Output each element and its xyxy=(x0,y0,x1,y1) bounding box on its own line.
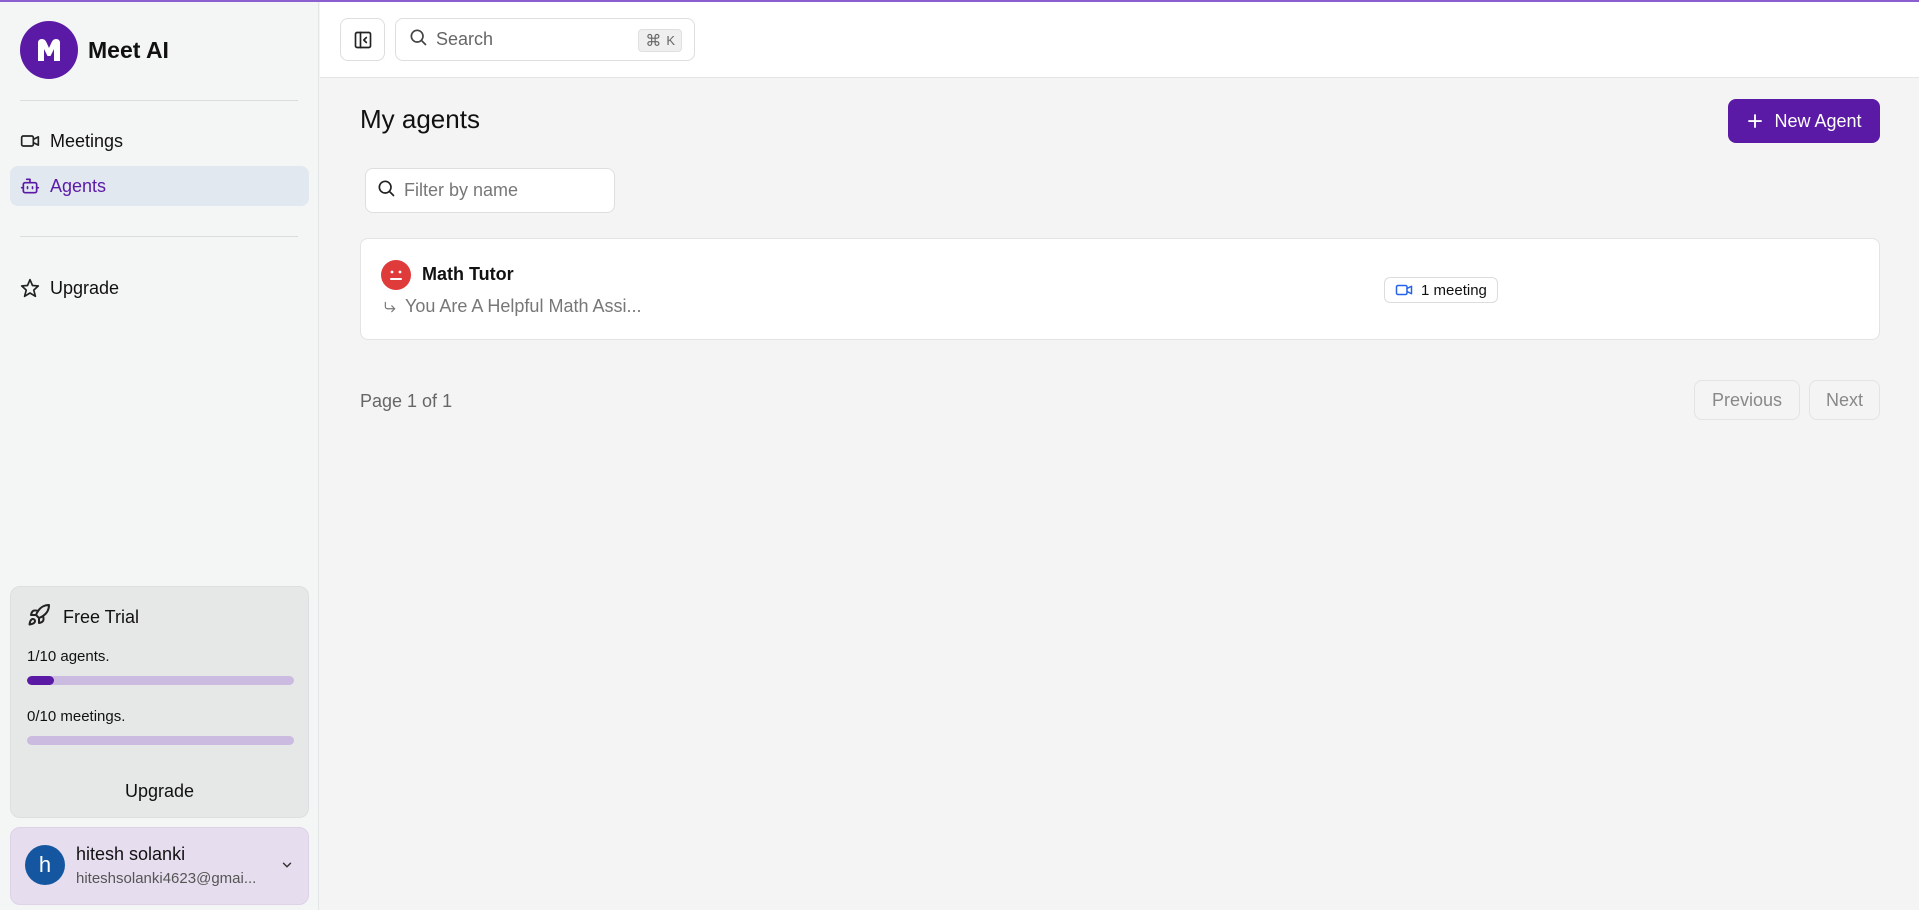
star-icon xyxy=(20,278,40,298)
panel-left-icon xyxy=(354,31,371,48)
sidebar-item-meetings[interactable]: Meetings xyxy=(10,121,309,161)
keyboard-shortcut: ⌘ K xyxy=(638,29,682,52)
sidebar-item-upgrade[interactable]: Upgrade xyxy=(10,268,309,308)
sidebar-item-agents[interactable]: Agents xyxy=(10,166,309,206)
agent-avatar xyxy=(381,260,411,290)
new-agent-label: New Agent xyxy=(1774,110,1862,131)
meeting-count: 1 meeting xyxy=(1421,281,1487,299)
agent-description: You Are A Helpful Math Assi... xyxy=(405,296,642,316)
page-title: My agents xyxy=(360,104,480,134)
free-trial-title: Free Trial xyxy=(63,607,140,627)
brand[interactable]: Meet AI xyxy=(20,21,169,79)
sidebar-item-label: Meetings xyxy=(50,130,124,151)
rocket-icon xyxy=(27,603,51,632)
video-icon xyxy=(1395,281,1413,299)
filter-by-name-input[interactable] xyxy=(404,180,604,201)
sidebar-item-label: Upgrade xyxy=(50,277,120,298)
user-name: hitesh solanki xyxy=(76,844,186,864)
app-name: Meet AI xyxy=(88,36,169,63)
free-trial-card: Free Trial 1/10 agents. 0/10 meetings. U… xyxy=(10,586,309,818)
meeting-count-badge: 1 meeting xyxy=(1384,277,1498,303)
agents-usage-text: 1/10 agents. xyxy=(27,648,110,665)
sidebar-item-label: Agents xyxy=(50,175,107,196)
logo-m-icon xyxy=(38,39,60,61)
corner-down-right-icon xyxy=(383,300,397,314)
app-logo xyxy=(20,21,78,79)
agent-face-icon xyxy=(390,270,402,280)
agents-table: Math Tutor You Are A Helpful Math Assi..… xyxy=(360,238,1880,340)
sidebar-toggle-button[interactable] xyxy=(340,18,385,61)
bot-icon xyxy=(20,176,40,196)
sidebar: Meet AI Meetings Agents Upgrade Free Tri… xyxy=(0,0,319,910)
meetings-usage-bar xyxy=(27,736,294,745)
page-indicator: Page 1 of 1 xyxy=(360,391,453,411)
app-root: Meet AI Meetings Agents Upgrade Free Tri… xyxy=(0,0,1919,910)
previous-page-button[interactable]: Previous xyxy=(1694,380,1800,420)
agents-usage-bar xyxy=(27,676,294,685)
filter-box xyxy=(365,168,615,213)
user-email: hiteshsolanki4623@gmai... xyxy=(76,870,257,887)
top-bar: Search ⌘ K xyxy=(320,0,1919,78)
search-placeholder: Search xyxy=(436,29,494,49)
free-trial-header: Free Trial xyxy=(27,603,139,632)
meetings-usage-text: 0/10 meetings. xyxy=(27,708,126,725)
video-icon xyxy=(20,131,40,151)
search-input[interactable]: Search ⌘ K xyxy=(395,18,695,61)
search-icon xyxy=(408,27,428,52)
plus-icon xyxy=(1746,112,1764,130)
agent-name: Math Tutor xyxy=(422,264,514,284)
avatar: h xyxy=(25,845,65,885)
new-agent-button[interactable]: New Agent xyxy=(1728,99,1880,143)
user-menu[interactable]: h hitesh solanki hiteshsolanki4623@gmai.… xyxy=(10,827,309,905)
chevron-down-icon xyxy=(280,858,294,872)
table-row[interactable]: Math Tutor You Are A Helpful Math Assi..… xyxy=(361,239,1879,339)
agents-usage-bar-fill xyxy=(27,676,54,685)
trial-upgrade-button[interactable]: Upgrade xyxy=(11,781,308,802)
search-icon xyxy=(376,178,396,203)
next-page-button[interactable]: Next xyxy=(1809,380,1880,420)
top-accent-line xyxy=(0,0,1919,2)
command-key: ⌘ xyxy=(645,32,662,50)
sidebar-divider xyxy=(20,236,298,237)
shortcut-key: K xyxy=(666,33,675,48)
agent-instructions: You Are A Helpful Math Assi... xyxy=(383,296,641,317)
sidebar-divider xyxy=(20,100,298,101)
